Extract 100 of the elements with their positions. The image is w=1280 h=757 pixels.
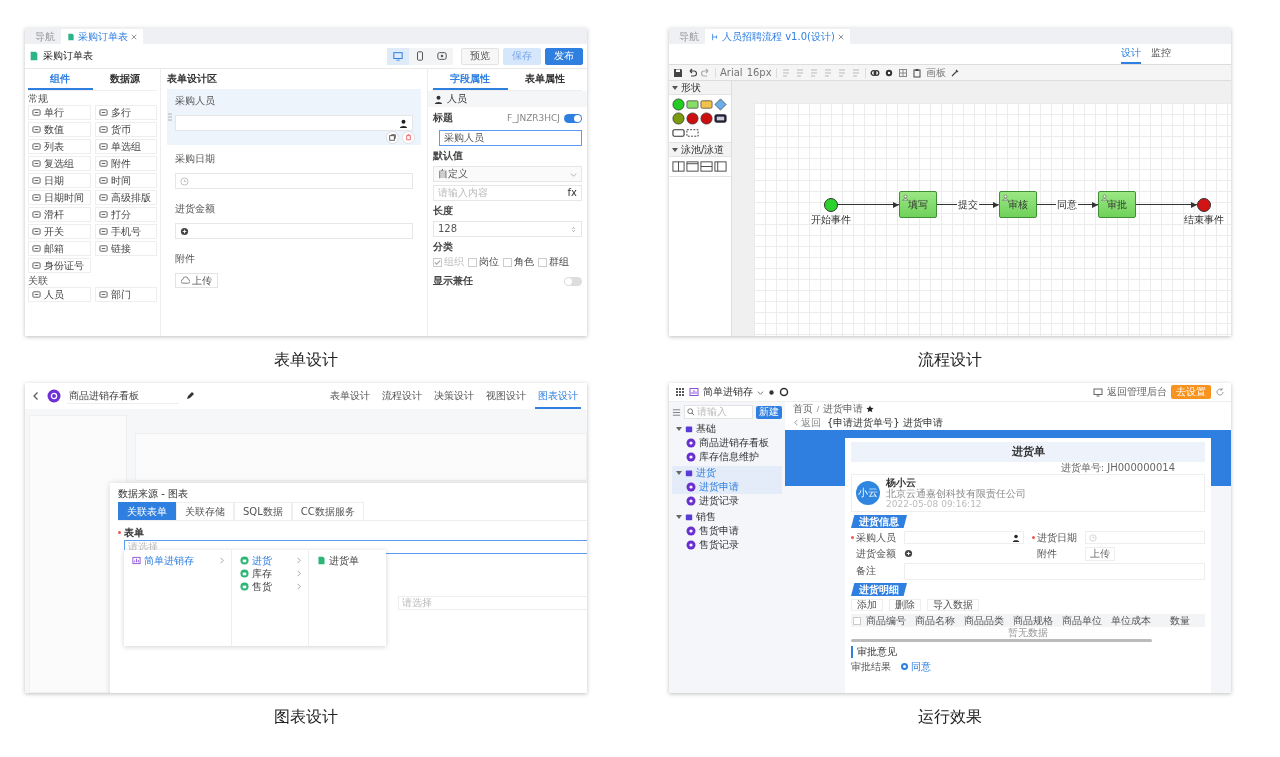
component-item[interactable]: 时间 <box>94 173 157 188</box>
field-block[interactable]: 进货金额 <box>167 197 421 245</box>
checkbox[interactable] <box>853 616 861 625</box>
component-item[interactable]: 邮箱 <box>28 241 91 256</box>
component-item[interactable]: 高级排版 <box>94 190 157 205</box>
upload-button[interactable]: 上传 <box>175 273 218 288</box>
menu-item[interactable]: 进货记录 <box>672 494 782 508</box>
tab[interactable]: 关联存储 <box>176 502 234 520</box>
toolbar-dropdown[interactable]: 16px <box>746 66 772 79</box>
menu-item[interactable]: 库存信息维护 <box>672 450 782 464</box>
lane-icon[interactable] <box>714 160 727 173</box>
toggle-switch[interactable] <box>564 113 582 123</box>
menu-option[interactable]: 进货单 <box>309 554 386 567</box>
circle-icon[interactable] <box>672 112 685 125</box>
lane-icon[interactable] <box>686 160 699 173</box>
tab[interactable]: 采购订单表 <box>61 29 143 44</box>
input-field[interactable] <box>175 173 413 189</box>
tab[interactable]: 决策设计 <box>431 383 477 409</box>
task-icon[interactable] <box>686 98 699 111</box>
app-title[interactable]: 商品进销存看板 <box>67 388 179 404</box>
tab[interactable]: 关联表单 <box>118 502 176 520</box>
tab[interactable]: 监控 <box>1151 44 1171 64</box>
pencil-icon[interactable] <box>185 391 195 401</box>
component-item[interactable]: 手机号 <box>94 224 157 239</box>
circle-icon[interactable] <box>672 98 685 111</box>
preview-button[interactable]: 预览 <box>461 47 499 65</box>
new-button[interactable]: 新建 <box>756 405 782 419</box>
stepper-icon[interactable] <box>570 225 577 233</box>
checkbox[interactable]: 角色 <box>503 256 534 268</box>
menu-option[interactable]: 简单进销存 <box>124 554 231 567</box>
tab[interactable]: SQL数据 <box>234 502 292 520</box>
menu-option[interactable]: 售货 <box>231 580 309 593</box>
tab[interactable]: 数据源 <box>92 69 157 88</box>
tab[interactable]: 组件 <box>28 69 93 90</box>
lane-icon[interactable] <box>672 160 685 173</box>
circle-icon[interactable] <box>700 112 713 125</box>
input-field[interactable] <box>1085 531 1205 544</box>
section-header[interactable]: 泳池/泳道 <box>669 143 731 157</box>
field-block[interactable]: 采购日期 <box>167 147 421 195</box>
tab[interactable]: CC数据服务 <box>291 502 364 520</box>
menu-option[interactable]: 库存 <box>231 567 309 580</box>
formula-button[interactable]: fx <box>567 187 577 199</box>
admin-link[interactable]: 返回管理后台 <box>1107 386 1167 398</box>
menu-item[interactable]: 售货申请 <box>672 524 782 538</box>
component-item[interactable]: 日期时间 <box>28 190 91 205</box>
toolbar-dropdown[interactable]: Arial <box>720 66 743 79</box>
drag-handle-icon[interactable] <box>168 113 172 121</box>
component-item[interactable]: 链接 <box>94 241 157 256</box>
menu-icon[interactable] <box>672 407 681 417</box>
toolbar-dropdown[interactable]: 画板 <box>925 66 946 79</box>
component-item[interactable]: 人员 <box>28 287 91 302</box>
select-field[interactable]: 自定义 <box>433 166 582 182</box>
component-item[interactable]: 附件 <box>94 156 157 171</box>
circle-icon[interactable] <box>686 112 699 125</box>
component-item[interactable]: 单行 <box>28 105 91 120</box>
link-icon[interactable] <box>869 67 880 78</box>
publish-button[interactable]: 发布 <box>545 47 583 65</box>
app-name[interactable]: 简单进销存 <box>703 386 753 398</box>
menu-item[interactable]: 进货申请 <box>672 480 782 494</box>
close-icon[interactable] <box>131 33 137 40</box>
component-item[interactable]: 部门 <box>94 287 157 302</box>
rectangle-icon[interactable] <box>672 126 685 139</box>
breadcrumb-link[interactable]: 进货申请 <box>823 402 863 415</box>
radio-button[interactable]: 同意 <box>901 660 931 673</box>
input-field[interactable] <box>904 531 1024 544</box>
section-header[interactable]: 形状 <box>669 81 731 95</box>
table-action-button[interactable]: 导入数据 <box>927 599 979 611</box>
menu-item[interactable]: 售货记录 <box>672 538 782 552</box>
tab[interactable]: 表单属性 <box>507 69 582 88</box>
input-field[interactable]: 采购人员 <box>439 130 582 146</box>
breadcrumb-link[interactable]: 首页 <box>793 402 813 415</box>
refresh-icon[interactable] <box>1215 387 1225 397</box>
device-button[interactable] <box>387 47 409 65</box>
menu-item[interactable]: 商品进销存看板 <box>672 436 782 450</box>
input-field[interactable] <box>175 223 413 239</box>
menu-group[interactable]: 销售 <box>672 510 782 524</box>
tab[interactable]: 表单设计 <box>327 383 373 409</box>
task-icon[interactable] <box>700 98 713 111</box>
checkbox[interactable]: 岗位 <box>468 256 499 268</box>
back-button[interactable]: 返回 <box>793 416 821 429</box>
chevron-left-icon[interactable] <box>31 391 41 401</box>
table-action-button[interactable]: 删除 <box>889 599 921 611</box>
upload-button[interactable]: 上传 <box>1085 546 1115 561</box>
chevron-down-icon[interactable] <box>757 388 764 396</box>
close-icon[interactable] <box>837 33 844 40</box>
tab[interactable]: 流程设计 <box>379 383 425 409</box>
component-item[interactable]: 复选组 <box>28 156 91 171</box>
dashed-rectangle-icon[interactable] <box>686 126 699 139</box>
component-item[interactable]: 开关 <box>28 224 91 239</box>
floppy-icon[interactable] <box>673 67 683 78</box>
star-icon[interactable] <box>866 404 874 413</box>
scrollbar[interactable] <box>851 639 1152 642</box>
toggle-switch[interactable] <box>564 276 582 286</box>
component-item[interactable]: 单选组 <box>94 139 157 154</box>
input-field[interactable]: 请输入内容 fx <box>433 185 582 201</box>
rectangle-icon[interactable] <box>714 112 727 125</box>
trash-icon[interactable] <box>402 131 415 144</box>
component-item[interactable]: 数值 <box>28 122 91 137</box>
component-item[interactable]: 列表 <box>28 139 91 154</box>
menu-group[interactable]: 进货 <box>672 466 782 480</box>
